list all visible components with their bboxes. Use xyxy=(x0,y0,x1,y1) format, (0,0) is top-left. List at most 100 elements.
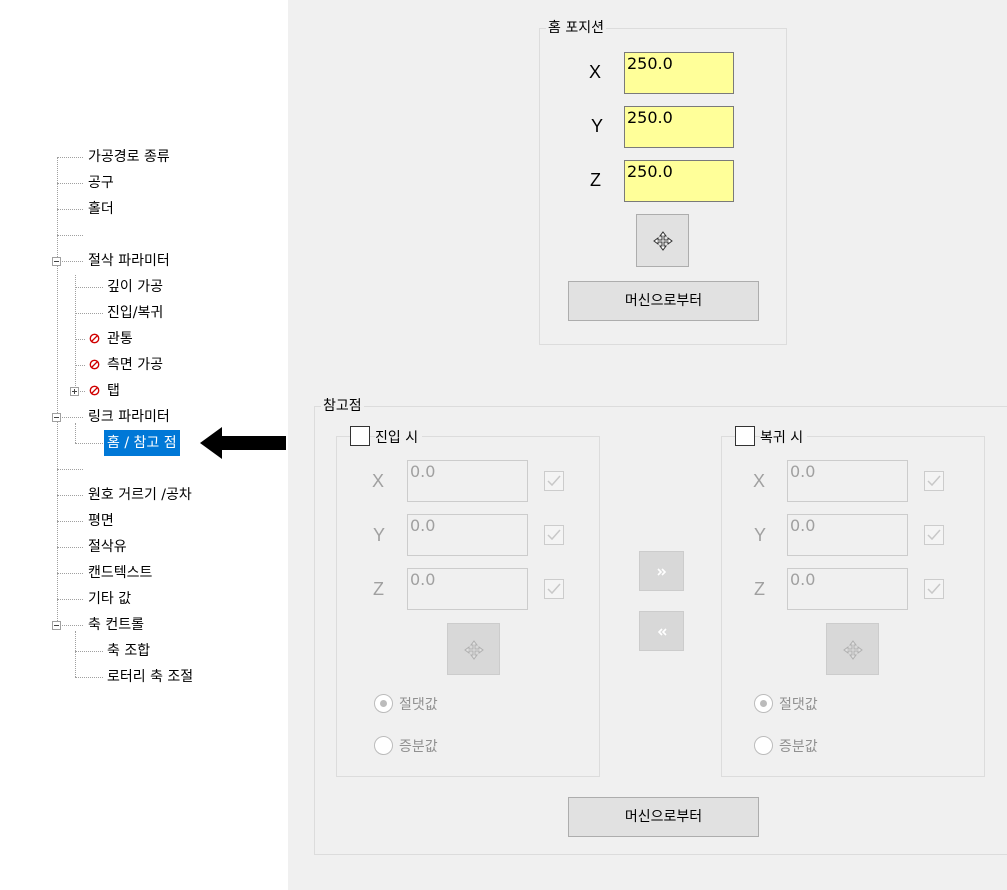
tree-connector xyxy=(57,547,83,548)
tree-item-label: 공구 xyxy=(88,175,114,191)
tree-item-depth-cuts[interactable]: 깊이 가공 xyxy=(107,276,163,298)
entry-absolute-label: 절댓값 xyxy=(399,697,438,713)
retract-x-input[interactable]: 0.0 xyxy=(787,460,908,502)
entry-x-input[interactable]: 0.0 xyxy=(407,460,528,502)
tree-connector xyxy=(62,261,83,262)
arrow-left-icon xyxy=(200,427,286,459)
tree-connector xyxy=(75,423,76,443)
tree-connector xyxy=(80,391,85,392)
tree-item-label: 로터리 축 조절 xyxy=(107,669,194,685)
home-from-machine-button[interactable]: 머신으로부터 xyxy=(568,281,759,321)
tree-item-label: 관통 xyxy=(107,331,133,347)
tree-connector xyxy=(75,651,103,652)
retract-absolute-radio[interactable] xyxy=(754,694,773,713)
copy-to-retract-button[interactable] xyxy=(639,551,684,591)
tree-expander-plus[interactable] xyxy=(70,387,79,396)
tree-item-label: 축 조합 xyxy=(107,643,151,659)
entry-incremental-radio[interactable] xyxy=(374,736,393,755)
tree-item-tabs[interactable]: 탭 xyxy=(107,380,120,402)
retract-select-point-button[interactable] xyxy=(826,623,879,675)
home-select-point-button[interactable] xyxy=(636,214,689,267)
retract-x-check[interactable] xyxy=(924,471,944,491)
tree-connector xyxy=(75,313,103,314)
tree-item-tool[interactable]: 공구 xyxy=(88,172,114,194)
retract-x-label: X xyxy=(753,471,766,491)
home-x-label: X xyxy=(589,62,602,82)
tree-item-label: 진입/복귀 xyxy=(107,305,164,321)
tree-connector xyxy=(62,625,83,626)
tree-item-planes[interactable]: 평면 xyxy=(88,510,114,532)
tree-item-label: 측면 가공 xyxy=(107,357,163,373)
entry-x-check[interactable] xyxy=(544,471,564,491)
tree-item-break-through[interactable]: 관통 xyxy=(107,328,133,350)
tree-item-label: 기타 값 xyxy=(88,591,132,607)
tree-connector xyxy=(75,365,85,366)
entry-y-input[interactable]: 0.0 xyxy=(407,514,528,556)
move-icon xyxy=(464,640,484,660)
tree-connector xyxy=(62,417,83,418)
entry-z-input[interactable]: 0.0 xyxy=(407,568,528,610)
tree-connector xyxy=(57,599,83,600)
tree-item-entry-retract[interactable]: 진입/복귀 xyxy=(107,302,163,324)
tree-item-axis-combination[interactable]: 축 조합 xyxy=(107,640,150,662)
tree-item-coolant[interactable]: 절삭유 xyxy=(88,536,127,558)
tree-item-arc-filter-tolerance[interactable]: 원호 거르기 /공차 xyxy=(88,484,192,506)
reference-from-machine-button[interactable]: 머신으로부터 xyxy=(568,797,759,837)
home-x-input[interactable]: 250.0 xyxy=(624,52,734,94)
entry-select-point-button[interactable] xyxy=(447,623,500,675)
entry-y-check[interactable] xyxy=(544,525,564,545)
tree-item-axis-control[interactable]: 축 컨트롤 xyxy=(88,614,144,636)
home-z-input[interactable]: 250.0 xyxy=(624,160,734,202)
tree-item-canned-text[interactable]: 캔드텍스트 xyxy=(88,562,152,584)
retract-label: 복귀 시 xyxy=(760,427,808,447)
entry-checkbox[interactable] xyxy=(350,426,370,446)
retract-incremental-label: 증분값 xyxy=(779,739,818,755)
entry-z-check[interactable] xyxy=(544,579,564,599)
retract-z-input[interactable]: 0.0 xyxy=(787,568,908,610)
tree-connector xyxy=(75,287,103,288)
tree-item-misc-values[interactable]: 기타 값 xyxy=(88,588,131,610)
tree-connector xyxy=(57,495,83,496)
reference-point-title: 참고점 xyxy=(321,397,364,415)
tree-connector xyxy=(57,183,83,184)
tree-item-toolpath-type[interactable]: 가공경로 종류 xyxy=(88,146,170,168)
tree-item-rotary-axis-control[interactable]: 로터리 축 조절 xyxy=(107,666,193,688)
copy-to-entry-button[interactable] xyxy=(639,611,684,651)
tree-connector xyxy=(57,157,58,627)
tree-expander-minus[interactable] xyxy=(52,621,61,630)
tree-item-label: 링크 파라미터 xyxy=(88,409,170,425)
retract-absolute-label: 절댓값 xyxy=(779,697,818,713)
tree-item-cut-parameters[interactable]: 절삭 파라미터 xyxy=(88,250,170,272)
tree-item-holder[interactable]: 홀더 xyxy=(88,198,114,220)
tree-connector xyxy=(57,209,83,210)
tree-item-side-cuts[interactable]: 측면 가공 xyxy=(107,354,163,376)
tree-item-label: 절삭유 xyxy=(88,539,127,555)
tree-expander-minus[interactable] xyxy=(52,413,61,422)
tree-item-label: 평면 xyxy=(88,513,114,529)
home-z-label: Z xyxy=(590,170,601,190)
tree-item-label: 깊이 가공 xyxy=(107,279,163,295)
tree-item-linking-parameters[interactable]: 링크 파라미터 xyxy=(88,406,170,428)
retract-y-input[interactable]: 0.0 xyxy=(787,514,908,556)
tree-item-label: 절삭 파라미터 xyxy=(88,253,170,269)
entry-incremental-label: 증분값 xyxy=(399,739,438,755)
tree-item-label: 가공경로 종류 xyxy=(88,149,170,165)
retract-incremental-radio[interactable] xyxy=(754,736,773,755)
retract-z-label: Z xyxy=(754,579,765,599)
retract-y-label: Y xyxy=(754,525,767,545)
tree-connector xyxy=(57,573,83,574)
tree-connector xyxy=(57,235,83,236)
tree-expander-minus[interactable] xyxy=(52,257,61,266)
double-chevron-left-icon xyxy=(657,628,667,636)
retract-z-check[interactable] xyxy=(924,579,944,599)
retract-y-check[interactable] xyxy=(924,525,944,545)
move-icon xyxy=(653,231,673,251)
entry-absolute-radio[interactable] xyxy=(374,694,393,713)
tree-item-home-ref-point[interactable]: 홈 / 참고 점 xyxy=(104,430,180,456)
tree-connector xyxy=(75,443,103,444)
retract-checkbox[interactable] xyxy=(735,426,755,446)
double-chevron-right-icon xyxy=(657,568,667,576)
home-y-label: Y xyxy=(591,116,604,136)
home-y-input[interactable]: 250.0 xyxy=(624,106,734,148)
ban-icon xyxy=(89,385,100,396)
